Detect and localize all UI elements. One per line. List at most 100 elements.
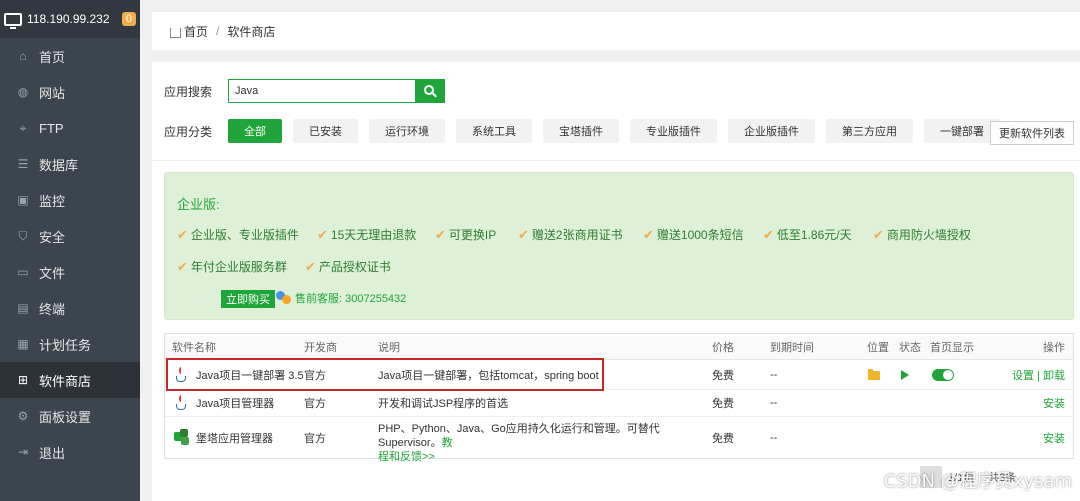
check-icon: ✔ xyxy=(873,226,884,242)
category-tab[interactable]: 运行环境 xyxy=(369,119,445,143)
install-link[interactable]: 安装 xyxy=(1043,395,1065,411)
category-tab[interactable]: 宝塔插件 xyxy=(543,119,619,143)
install-link[interactable]: 安装 xyxy=(1043,430,1065,446)
sidebar-item-label: 网站 xyxy=(39,85,66,101)
check-icon: ✔ xyxy=(317,226,328,242)
category-tab[interactable]: 专业版插件 xyxy=(630,119,717,143)
sidebar-item-11[interactable]: ⇥ 退出 xyxy=(0,434,140,470)
sidebar-item-label: 软件商店 xyxy=(39,373,92,389)
highlight-box xyxy=(166,358,604,391)
breadcrumb-current: 软件商店 xyxy=(227,24,276,39)
enterprise-feature: ✔ 商用防火墙授权 xyxy=(873,226,971,243)
sidebar-item-1[interactable]: ◍ 网站 xyxy=(0,74,140,110)
globe-icon: ◍ xyxy=(17,85,29,99)
table-row: 堡塔应用管理器 官方 PHP、Python、Java、Go应用持久化运行和管理。… xyxy=(165,417,1073,463)
sidebar-item-6[interactable]: ▭ 文件 xyxy=(0,254,140,290)
enterprise-promo: 企业版: ✔ 企业版、专业版插件 ✔ 15天无理由退款 ✔ 可更换IP ✔ 赠送2张商用证书 ✔… xyxy=(164,172,1074,320)
sidebar-item-5[interactable]: ⛉ 安全 xyxy=(0,218,140,254)
col-actions: 操作 xyxy=(1043,341,1065,354)
expire: -- xyxy=(770,397,778,409)
category-tab[interactable]: 一键部署 xyxy=(924,119,1000,143)
col-description: 说明 xyxy=(378,341,400,354)
main-panel: 应用搜索 Java 应用分类 全部 已安装 运行环境 系统工具 宝塔插件 专业版插件 企业版… xyxy=(152,62,1080,501)
sidebar-item-label: FTP xyxy=(39,120,64,136)
developer: 官方 xyxy=(304,432,326,445)
category-tab[interactable]: 已安装 xyxy=(293,119,358,143)
search-input[interactable]: Java xyxy=(228,79,415,103)
sidebar: 118.190.99.232 0 ⌂ 首页 ◍ 网站 ⌖ FTP ☰ 数据库 ▣ 监控 ⛉ 安全 ▭ 文件… xyxy=(0,0,140,501)
sidebar-item-label: 监控 xyxy=(39,193,66,209)
table-row: Java项目管理器 官方 开发和调试JSP程序的首选 免费 -- 安装 xyxy=(165,390,1073,417)
sidebar-item-0[interactable]: ⌂ 首页 xyxy=(0,38,140,74)
presales-service[interactable]: 售前客服: 3007255432 xyxy=(276,290,406,306)
category-row: 应用分类 全部 已安装 运行环境 系统工具 宝塔插件 专业版插件 企业版插件 第三方应用 一键部… xyxy=(164,119,1011,143)
col-homepage: 首页显示 xyxy=(930,341,974,354)
presales-service-text: 售前客服: 3007255432 xyxy=(295,293,407,305)
refresh-list-button[interactable]: 更新软件列表 xyxy=(990,121,1074,145)
play-icon[interactable] xyxy=(901,370,909,380)
feature-text: 年付企业版服务群 xyxy=(190,260,287,274)
developer: 官方 xyxy=(304,398,326,410)
category-tab[interactable]: 全部 xyxy=(228,119,282,143)
check-icon: ✔ xyxy=(305,258,316,274)
java-icon xyxy=(175,395,189,411)
feature-text: 商用防火墙授权 xyxy=(886,228,971,242)
enterprise-feature: ✔ 企业版、专业版插件 xyxy=(177,226,299,243)
feature-text: 企业版、专业版插件 xyxy=(190,228,299,242)
enterprise-feature: ✔ 可更换IP xyxy=(435,226,496,243)
sidebar-item-label: 计划任务 xyxy=(39,337,92,353)
sidebar-item-10[interactable]: ⚙ 面板设置 xyxy=(0,398,140,434)
search-icon xyxy=(424,85,434,95)
table-header: 软件名称 开发商 说明 价格 到期时间 位置 状态 首页显示 操作 xyxy=(165,334,1073,360)
category-tab[interactable]: 企业版插件 xyxy=(728,119,815,143)
search-row: 应用搜索 Java xyxy=(164,79,445,103)
uninstall-link[interactable]: 卸载 xyxy=(1043,370,1065,382)
sidebar-item-label: 数据库 xyxy=(39,157,79,173)
enterprise-feature: ✔ 产品授权证书 xyxy=(305,258,391,275)
sidebar-item-label: 面板设置 xyxy=(39,409,92,425)
folder-icon: ▭ xyxy=(17,265,29,279)
check-icon: ✔ xyxy=(177,258,188,274)
feature-text: 可更换IP xyxy=(448,228,497,242)
description-text: PHP、Python、Java、Go应用持久化运行和管理。可替代Supervis… xyxy=(378,423,660,449)
sidebar-item-2[interactable]: ⌖ FTP xyxy=(0,110,140,146)
watermark: CSDN @程序员xysam xyxy=(883,471,1072,492)
feature-text: 产品授权证书 xyxy=(318,260,391,274)
breadcrumb-home[interactable]: 首页 xyxy=(184,23,208,40)
folder-icon[interactable] xyxy=(868,369,880,380)
homepage-toggle[interactable] xyxy=(932,369,954,381)
shield-icon: ⛉ xyxy=(18,228,28,243)
check-icon: ✔ xyxy=(518,226,529,242)
feature-text: 低至1.86元/天 xyxy=(776,228,852,242)
sidebar-item-3[interactable]: ☰ 数据库 xyxy=(0,146,140,182)
feature-text: 15天无理由退款 xyxy=(330,228,417,242)
notification-badge[interactable]: 0 xyxy=(121,12,136,26)
col-expire: 到期时间 xyxy=(770,341,814,354)
category-tab[interactable]: 第三方应用 xyxy=(826,119,913,143)
sidebar-item-8[interactable]: ▦ 计划任务 xyxy=(0,326,140,362)
enterprise-feature: ✔ 年付企业版服务群 xyxy=(177,258,287,275)
sidebar-item-9[interactable]: ⊞ 软件商店 xyxy=(0,362,140,398)
sidebar-item-label: 文件 xyxy=(39,265,66,281)
enterprise-title: 企业版: xyxy=(177,197,220,212)
software-table: 软件名称 开发商 说明 价格 到期时间 位置 状态 首页显示 操作 Java项目… xyxy=(164,333,1074,463)
col-developer: 开发商 xyxy=(304,341,337,354)
buy-now-button[interactable]: 立即购买 xyxy=(221,290,275,308)
search-button[interactable] xyxy=(415,79,445,103)
settings-link[interactable]: 设置 xyxy=(1012,370,1034,382)
server-header[interactable]: 118.190.99.232 0 xyxy=(0,0,140,38)
category-label: 应用分类 xyxy=(164,124,213,139)
expire: -- xyxy=(770,431,778,444)
calendar-icon: ▦ xyxy=(17,337,29,351)
category-tab[interactable]: 系统工具 xyxy=(456,119,532,143)
feature-text: 赠送2张商用证书 xyxy=(531,228,623,242)
sidebar-item-7[interactable]: ▤ 终端 xyxy=(0,290,140,326)
description: PHP、Python、Java、Go应用持久化运行和管理。可替代Supervis… xyxy=(378,422,703,464)
col-status: 状态 xyxy=(899,341,921,354)
app-manager-icon xyxy=(174,429,190,445)
tutorial-link-2[interactable]: 程和反馈>> xyxy=(378,451,435,463)
terminal-icon: ▤ xyxy=(17,301,29,315)
sidebar-item-4[interactable]: ▣ 监控 xyxy=(0,182,140,218)
price: 免费 xyxy=(712,369,734,382)
tutorial-link-1[interactable]: 教 xyxy=(442,437,453,449)
